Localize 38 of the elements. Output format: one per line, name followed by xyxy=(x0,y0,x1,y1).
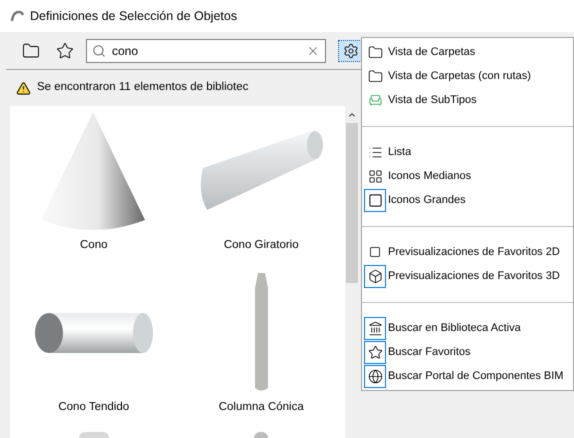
folder-icon[interactable] xyxy=(22,42,40,60)
star-icon xyxy=(368,344,382,360)
folder-icon xyxy=(368,68,382,84)
scroll-thumb[interactable] xyxy=(346,123,358,283)
menu-item[interactable]: Vista de Carpetas xyxy=(362,40,573,64)
tile-label[interactable]: Cono Giratorio xyxy=(224,237,299,254)
menu-item[interactable]: Vista de SubTipos xyxy=(362,88,573,112)
menu-item[interactable]: Previsualizaciones de Favoritos 2D xyxy=(362,240,573,264)
folder-icon xyxy=(368,44,382,60)
photo-placeholder xyxy=(254,432,268,438)
settings-icon xyxy=(343,42,359,58)
warning-icon xyxy=(16,80,31,96)
search-input[interactable]: cono xyxy=(112,42,300,60)
globe-icon xyxy=(368,368,382,384)
status-message: Se encontraron 11 elementos de bibliotec xyxy=(37,80,248,96)
menu-item[interactable]: Iconos Medianos xyxy=(362,164,573,188)
window-title: Definiciones de Selección de Objetos xyxy=(30,8,238,25)
star-icon[interactable] xyxy=(56,42,74,60)
grid-icon xyxy=(368,168,382,184)
menu-item[interactable]: Previsualizaciones de Favoritos 3D xyxy=(362,264,573,288)
chair-icon xyxy=(368,92,382,108)
search-icon xyxy=(92,44,106,58)
app-logo-icon xyxy=(10,10,24,22)
menu-item[interactable]: Buscar en Biblioteca Activa xyxy=(362,316,573,340)
cube-icon xyxy=(368,268,382,284)
square-icon xyxy=(369,246,381,258)
search-field[interactable]: cono xyxy=(86,38,326,62)
tile-label[interactable]: Cono xyxy=(80,237,108,254)
menu-item[interactable]: Vista de Carpetas (con rutas) xyxy=(362,64,573,88)
menu-item[interactable]: Lista xyxy=(362,140,573,164)
menu-item[interactable]: Buscar Favoritos xyxy=(362,340,573,364)
menu-item[interactable]: Iconos Grandes xyxy=(362,188,573,212)
tile-label[interactable]: Columna Cónica xyxy=(218,399,304,416)
library-icon xyxy=(368,320,382,336)
square-icon xyxy=(368,192,382,208)
menu-item[interactable]: Buscar Portal de Componentes BIM xyxy=(362,364,573,388)
photo-placeholder xyxy=(78,432,109,438)
tile-label[interactable]: Cono Tendido xyxy=(58,399,130,416)
